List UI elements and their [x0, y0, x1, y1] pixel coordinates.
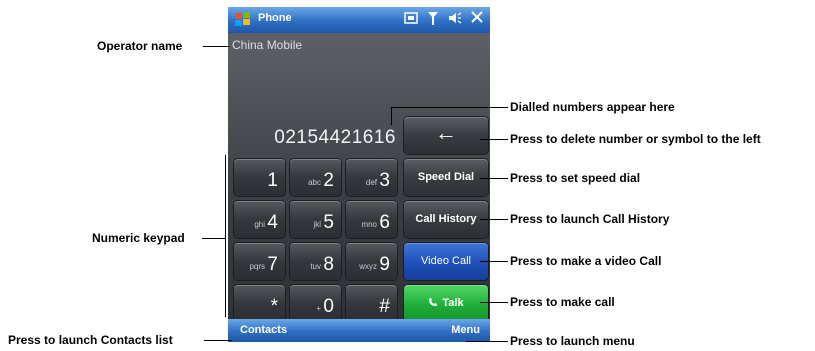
phone-screen: Phone China Mobile 02154421616 1 abc 2 de…	[228, 7, 490, 342]
menu-softkey[interactable]: Menu	[451, 324, 480, 336]
key-5[interactable]: jkl 5	[290, 201, 341, 238]
key-8[interactable]: tuv 8	[290, 243, 341, 280]
numeric-keypad-callout: Numeric keypad	[92, 231, 185, 245]
key-2[interactable]: abc 2	[290, 159, 341, 196]
operator-name: China Mobile	[232, 38, 303, 52]
contacts-list-callout: Press to launch Contacts list	[8, 333, 173, 347]
delete-callout: Press to delete number or symbol to the …	[510, 132, 761, 146]
signal-icon[interactable]	[426, 11, 440, 27]
dialled-numbers-callout: Dialled numbers appear here	[510, 100, 675, 114]
backspace-icon: ←	[435, 120, 457, 145]
key-1[interactable]: 1	[234, 159, 285, 196]
key-6[interactable]: mno 6	[346, 201, 397, 238]
key-4[interactable]: ghi 4	[234, 201, 285, 238]
speed-dial-button[interactable]: Speed Dial	[404, 159, 488, 196]
video-call-leader	[480, 261, 508, 262]
menu-leader	[466, 341, 508, 342]
call-history-callout: Press to launch Call History	[510, 212, 670, 226]
make-call-callout: Press to make call	[510, 295, 615, 309]
soft-key-bar: Contacts Menu	[228, 319, 490, 342]
app-title: Phone	[258, 12, 292, 24]
speed-dial-callout: Press to set speed dial	[510, 171, 641, 185]
phone-handset-icon	[429, 298, 438, 306]
key-9[interactable]: wxyz 9	[346, 243, 397, 280]
call-history-leader	[480, 219, 508, 220]
dialled-leader	[391, 107, 508, 108]
contacts-softkey[interactable]: Contacts	[240, 324, 287, 336]
talk-label: Talk	[442, 297, 464, 309]
dialer-area: China Mobile 02154421616 1 abc 2 def 3 ghi…	[228, 33, 490, 322]
contacts-leader	[204, 340, 232, 341]
video-call-button[interactable]: Video Call	[404, 243, 488, 280]
keypad-leader	[202, 238, 225, 239]
dialed-number: 02154421616	[274, 127, 396, 148]
call-history-button[interactable]: Call History	[404, 201, 488, 238]
video-call-callout: Press to make a video Call	[510, 254, 662, 268]
key-3[interactable]: def 3	[346, 159, 397, 196]
delete-leader	[480, 139, 508, 140]
title-bar: Phone	[228, 7, 490, 33]
operator-name-callout: Operator name	[97, 39, 183, 53]
make-call-leader	[480, 302, 508, 303]
dialled-leader-vertical	[391, 107, 392, 125]
operator-name-leader	[203, 46, 230, 47]
key-hash[interactable]: #	[346, 285, 397, 322]
volume-icon[interactable]	[448, 11, 462, 27]
key-0[interactable]: +0	[290, 285, 341, 322]
key-7[interactable]: pqrs 7	[234, 243, 285, 280]
windows-start-icon[interactable]	[234, 11, 252, 29]
key-star[interactable]: *	[234, 285, 285, 322]
close-icon[interactable]	[470, 11, 484, 27]
keypad-bracket	[225, 155, 226, 317]
backspace-button[interactable]: ←	[404, 117, 488, 154]
speed-dial-leader	[480, 178, 508, 179]
talk-button[interactable]: Talk	[404, 285, 488, 322]
launch-menu-callout: Press to launch menu	[510, 334, 635, 348]
connectivity-icon[interactable]	[404, 11, 418, 27]
